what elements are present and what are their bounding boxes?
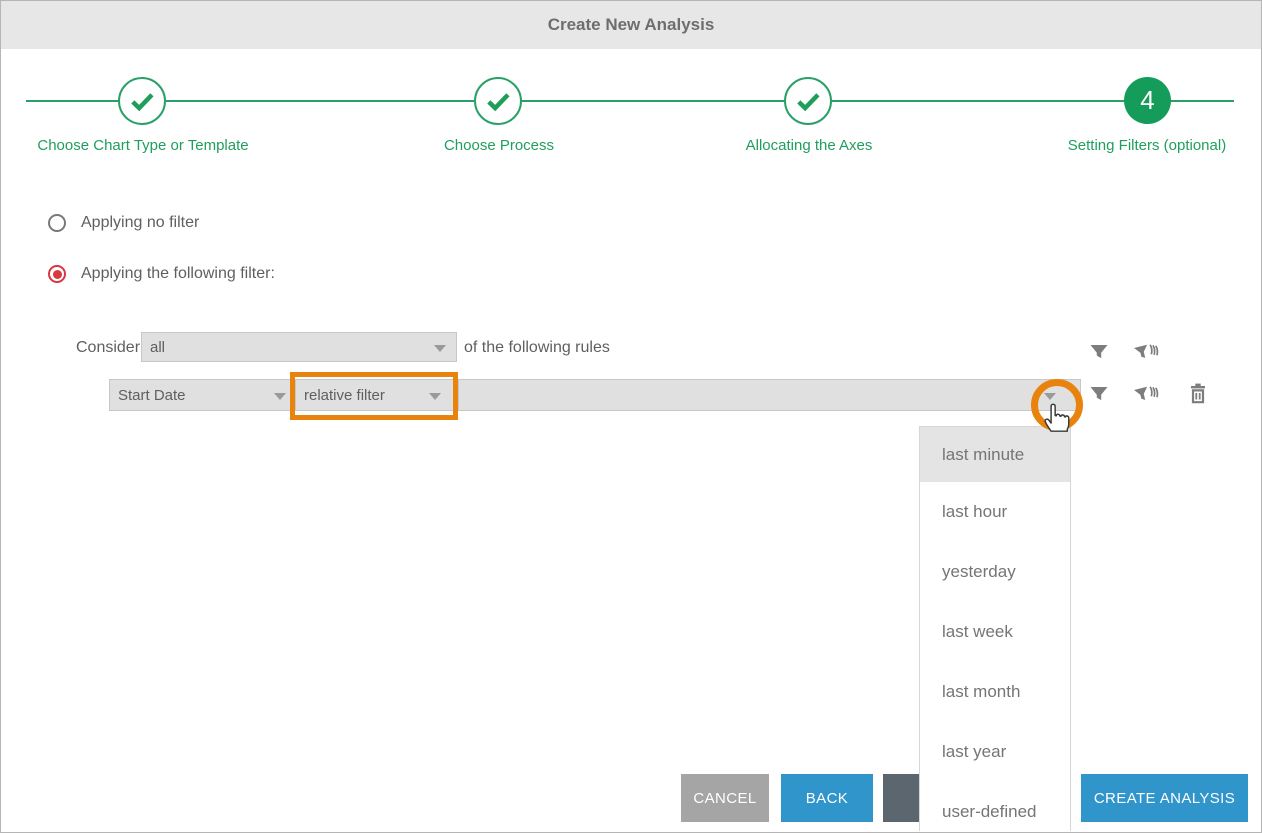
radio-no-filter-label[interactable]: Applying no filter xyxy=(81,214,199,232)
add-filter-group-icon[interactable] xyxy=(1134,382,1160,408)
step-3-circle[interactable] xyxy=(784,77,832,125)
step-4-circle[interactable]: 4 xyxy=(1124,77,1171,124)
check-icon xyxy=(797,93,820,112)
step-2-circle[interactable] xyxy=(474,77,522,125)
cancel-button[interactable]: CANCEL xyxy=(681,774,769,822)
dialog-title: Create New Analysis xyxy=(547,15,715,34)
chevron-down-icon xyxy=(429,393,441,400)
rule-field-value: Start Date xyxy=(118,386,186,404)
rule-operator-select[interactable]: relative filter xyxy=(295,379,458,411)
dropdown-item[interactable]: last week xyxy=(920,602,1070,662)
consider-label: Consider xyxy=(76,339,141,356)
dropdown-item[interactable]: last year xyxy=(920,722,1070,782)
radio-circle[interactable] xyxy=(48,214,66,232)
radio-dot xyxy=(52,269,62,279)
dropdown-item[interactable]: user-defined xyxy=(920,782,1070,832)
dialog-header: Create New Analysis xyxy=(1,1,1261,49)
step-1-label: Choose Chart Type or Template xyxy=(37,137,249,154)
step-3-label: Allocating the Axes xyxy=(745,137,873,154)
delete-rule-icon[interactable] xyxy=(1185,381,1211,407)
stepper-line xyxy=(26,100,1234,102)
consider-suffix-label: of the following rules xyxy=(464,339,610,356)
dropdown-item[interactable]: last month xyxy=(920,662,1070,722)
add-filter-group-icon[interactable] xyxy=(1134,340,1160,366)
chevron-down-icon xyxy=(1044,393,1056,400)
back-button[interactable]: BACK xyxy=(781,774,873,822)
step-4-label: Setting Filters (optional) xyxy=(1067,137,1227,154)
add-filter-icon[interactable] xyxy=(1086,382,1112,408)
dropdown-item[interactable]: yesterday xyxy=(920,542,1070,602)
create-analysis-dialog: Create New Analysis 4 Choose Chart Type … xyxy=(0,0,1262,833)
radio-no-filter[interactable]: Applying no filter xyxy=(48,213,199,233)
check-icon xyxy=(131,93,154,112)
chevron-down-icon xyxy=(274,393,286,400)
relative-filter-dropdown: last minute last hour yesterday last wee… xyxy=(919,426,1071,831)
dropdown-item[interactable]: last minute xyxy=(920,427,1070,482)
radio-with-filter-label[interactable]: Applying the following filter: xyxy=(81,265,275,283)
rule-value-select[interactable] xyxy=(458,379,1081,411)
chevron-down-icon xyxy=(434,345,446,352)
radio-with-filter[interactable]: Applying the following filter: xyxy=(48,264,275,284)
rule-field-select[interactable]: Start Date xyxy=(109,379,295,411)
create-analysis-button[interactable]: CREATE ANALYSIS xyxy=(1081,774,1248,822)
consider-select[interactable]: all xyxy=(141,332,457,362)
rule-operator-value: relative filter xyxy=(304,386,385,404)
radio-circle-selected[interactable] xyxy=(48,265,66,283)
add-filter-icon[interactable] xyxy=(1086,340,1112,366)
check-icon xyxy=(487,93,510,112)
step-2-label: Choose Process xyxy=(443,137,555,154)
step-1-circle[interactable] xyxy=(118,77,166,125)
consider-select-value: all xyxy=(150,338,166,356)
dropdown-item[interactable]: last hour xyxy=(920,482,1070,542)
step-4-number: 4 xyxy=(1140,85,1155,115)
